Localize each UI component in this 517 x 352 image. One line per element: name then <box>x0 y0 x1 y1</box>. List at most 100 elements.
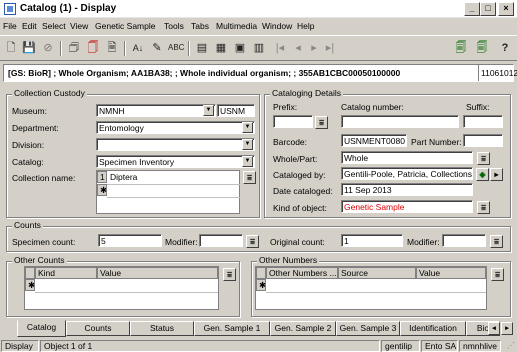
report-icon[interactable]: 🗐 <box>474 40 490 56</box>
tab-gen-sample-2[interactable]: Gen. Sample 2 <box>270 321 336 336</box>
modifier2-picker-icon[interactable]: ⩸ <box>490 235 503 248</box>
previous-record-icon[interactable]: ◂ <box>290 40 306 56</box>
tab-scroll-right-icon[interactable]: ▸ <box>501 322 513 335</box>
other-numbers-column-header[interactable]: Other Numbers ... <box>266 267 338 279</box>
cancel-icon[interactable]: ⊘ <box>40 40 56 56</box>
toolbar-separator <box>188 41 190 56</box>
status-database: nmnhlive <box>459 340 501 352</box>
chevron-down-icon[interactable]: ▼ <box>203 105 214 116</box>
chevron-down-icon[interactable]: ▼ <box>242 156 253 167</box>
save-icon[interactable]: 💾 <box>21 40 37 56</box>
collection-name-picker-icon[interactable]: ⩸ <box>243 171 256 184</box>
date-cataloged-field[interactable]: 11 Sep 2013 <box>341 183 473 196</box>
menu-multimedia[interactable]: Multimedia <box>216 21 257 31</box>
first-record-icon[interactable]: |◂ <box>272 40 288 56</box>
close-button[interactable]: × <box>498 2 514 16</box>
record-summary: [GS: BioR] ; Whole Organism; AA1BA38; ; … <box>8 68 401 78</box>
museum-code-field[interactable]: USNM <box>217 104 255 117</box>
new-icon[interactable]: 🗋 <box>3 40 19 56</box>
menu-window[interactable]: Window <box>262 21 292 31</box>
catalog-app-icon[interactable] <box>4 3 16 15</box>
query-icon[interactable]: 🗇 <box>66 40 82 56</box>
toolbar-separator <box>124 41 126 56</box>
record-id: 11061012 <box>478 65 517 81</box>
chevron-down-icon[interactable]: ▼ <box>242 122 253 133</box>
attach-icon[interactable]: 🗐 <box>453 40 469 56</box>
menu-genetic-sample[interactable]: Genetic Sample <box>95 21 155 31</box>
menu-tabs[interactable]: Tabs <box>191 21 209 31</box>
tab-identification[interactable]: Identification <box>400 321 466 336</box>
division-select[interactable]: ▼ <box>96 138 255 151</box>
tab-gen-sample-1[interactable]: Gen. Sample 1 <box>194 321 270 336</box>
other-numbers-picker-icon[interactable]: ⩸ <box>491 268 504 281</box>
list-view-icon[interactable]: ▤ <box>194 40 210 56</box>
menu-tools[interactable]: Tools <box>164 21 184 31</box>
kind-of-object-field[interactable]: Genetic Sample <box>341 200 473 213</box>
specimen-count-field[interactable]: 5 <box>98 234 162 247</box>
museum-label: Museum: <box>12 106 47 116</box>
modifier-picker-icon[interactable]: ⩸ <box>246 235 259 248</box>
department-select[interactable]: Entomology ▼ <box>96 121 255 134</box>
whole-part-label: Whole/Part: <box>273 154 318 164</box>
window-title: Catalog (1) - Display <box>20 3 117 14</box>
barcode-field[interactable]: USNMENT0080 <box>341 134 407 147</box>
sort-icon[interactable]: A↓ <box>130 40 146 56</box>
modifier-field[interactable] <box>199 234 243 247</box>
new-row-icon: ✱ <box>25 279 35 291</box>
page-view-icon[interactable]: ▥ <box>251 40 267 56</box>
edit-icon[interactable]: ✎ <box>149 40 165 56</box>
cataloged-by-label: Cataloged by: <box>273 170 326 180</box>
tab-counts[interactable]: Counts <box>66 321 130 336</box>
next-record-icon[interactable]: ▸ <box>306 40 322 56</box>
resize-grip-icon[interactable]: ⋰ <box>503 341 515 351</box>
modifier2-field[interactable] <box>442 234 486 247</box>
collection-name-cell[interactable]: Diptera <box>110 172 137 182</box>
whole-part-field[interactable]: Whole <box>341 151 473 164</box>
menu-file[interactable]: File <box>3 21 17 31</box>
kind-of-object-picker-icon[interactable]: ⩸ <box>477 201 490 214</box>
maximize-button[interactable]: □ <box>480 2 496 16</box>
original-count-field[interactable]: 1 <box>341 234 403 247</box>
museum-select[interactable]: NMNH ▼ <box>96 104 216 117</box>
tab-status[interactable]: Status <box>130 321 194 336</box>
chevron-down-icon[interactable]: ▼ <box>242 139 253 150</box>
cataloged-by-open-icon[interactable]: ▸ <box>490 168 503 181</box>
spellcheck-icon[interactable]: ABC <box>168 40 184 56</box>
catalog-select[interactable]: Specimen Inventory ▼ <box>96 155 255 168</box>
menu-edit[interactable]: Edit <box>22 21 37 31</box>
department-label: Department: <box>12 123 59 133</box>
modifier2-label: Modifier: <box>407 237 440 247</box>
division-label: Division: <box>12 140 45 150</box>
cataloged-by-lookup-icon[interactable]: ◈ <box>476 168 489 181</box>
menu-help[interactable]: Help <box>297 21 314 31</box>
tab-catalog[interactable]: Catalog <box>17 320 66 337</box>
tab-gen-sample-3[interactable]: Gen. Sample 3 <box>336 321 400 336</box>
other-counts-picker-icon[interactable]: ⩸ <box>223 268 236 281</box>
menu-view[interactable]: View <box>70 21 88 31</box>
suffix-field[interactable] <box>463 115 503 128</box>
minimize-button[interactable]: _ <box>464 2 480 16</box>
value-column-header[interactable]: Value <box>97 267 218 279</box>
prefix-picker-icon[interactable]: ⩸ <box>315 116 328 129</box>
paste-record-icon[interactable]: 🗎 <box>104 40 120 56</box>
value-column-header[interactable]: Value <box>416 267 486 279</box>
part-number-field[interactable] <box>463 134 503 147</box>
details-view-icon[interactable]: ▣ <box>232 40 248 56</box>
grid-view-icon[interactable]: ▦ <box>213 40 229 56</box>
catalog-number-field[interactable] <box>341 115 459 128</box>
whole-part-picker-icon[interactable]: ⩸ <box>477 152 490 165</box>
cataloged-by-field[interactable]: Gentili-Poole, Patricia, Collections In <box>341 167 473 180</box>
record-summary-bar: [GS: BioR] ; Whole Organism; AA1BA38; ; … <box>3 64 517 82</box>
copy-record-icon[interactable]: 🗍 <box>85 40 101 56</box>
collection-name-grid: 1 Diptera ✱ <box>96 170 240 214</box>
status-bar: Display Object 1 of 1 gentilip Ento SA n… <box>0 339 517 352</box>
tab-scroll-left-icon[interactable]: ◂ <box>488 322 500 335</box>
help-icon[interactable]: ? <box>497 40 513 56</box>
prefix-field[interactable] <box>273 115 313 128</box>
menu-select[interactable]: Select <box>42 21 66 31</box>
grid-corner <box>25 267 35 279</box>
last-record-icon[interactable]: ▸| <box>322 40 338 56</box>
kind-column-header[interactable]: Kind <box>35 267 97 279</box>
source-column-header[interactable]: Source <box>338 267 416 279</box>
new-row-icon: ✱ <box>256 279 266 291</box>
